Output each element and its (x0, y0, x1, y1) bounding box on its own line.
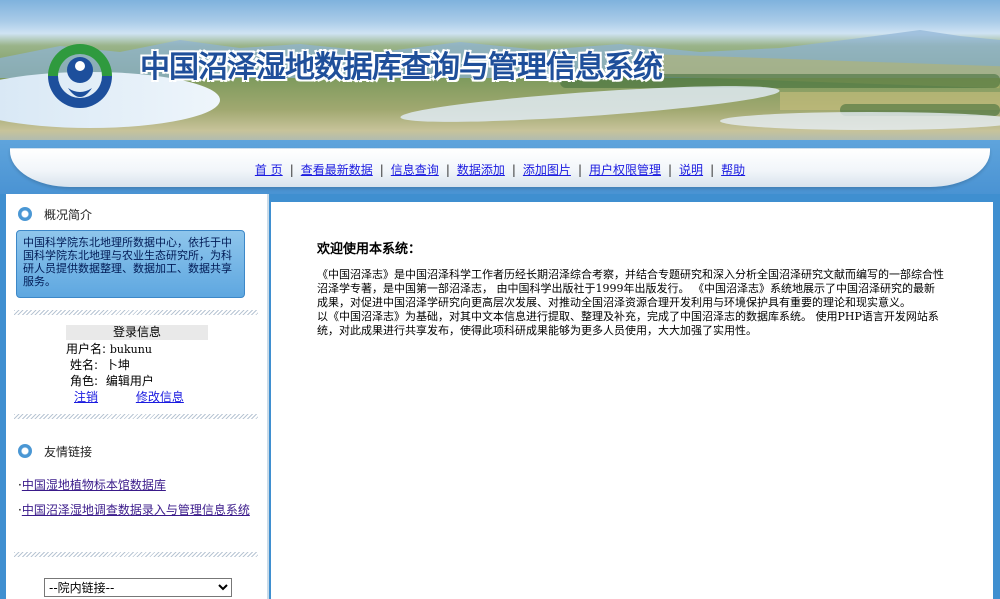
login-info-title: 登录信息 (66, 325, 208, 340)
friend-link-item: ·中国沼泽湿地调查数据录入与管理信息系统 (18, 499, 254, 521)
nav-description[interactable]: 说明 (679, 163, 703, 177)
main-nav: 首 页 | 查看最新数据 | 信息查询 | 数据添加 | 添加图片 | 用户权限管理 | 说明 | 帮助 (10, 161, 990, 178)
nav-help[interactable]: 帮助 (721, 163, 745, 177)
friend-link-item: ·中国湿地植物标本馆数据库 (18, 474, 254, 496)
nav-bar: 首 页 | 查看最新数据 | 信息查询 | 数据添加 | 添加图片 | 用户权限管理 | 说明 | 帮助 (10, 148, 990, 187)
inner-links-select[interactable]: --院内链接-- (44, 578, 232, 597)
login-username-row: 用户名: bukunu (66, 341, 152, 358)
nav-separator: | (289, 163, 294, 177)
username-label: 用户名: (66, 342, 107, 356)
nav-separator: | (445, 163, 450, 177)
intro-text: 《中国沼泽志》是中国沼泽科学工作者历经长期沼泽综合考察，并结合专题研究和深入分析… (317, 268, 945, 338)
intro-paragraph: 《中国沼泽志》是中国沼泽科学工作者历经长期沼泽综合考察，并结合专题研究和深入分析… (317, 268, 944, 309)
nav-separator: | (710, 163, 715, 177)
nav-separator: | (379, 163, 384, 177)
nav-add-data[interactable]: 数据添加 (457, 163, 505, 177)
section-divider (14, 552, 258, 557)
main-content: 欢迎使用本系统： 《中国沼泽志》是中国沼泽科学工作者历经长期沼泽综合考察，并结合… (271, 202, 993, 599)
nav-home[interactable]: 首 页 (255, 163, 283, 177)
role-label: 角色: (70, 374, 99, 388)
overview-text: 中国科学院东北地理所数据中心，依托于中国科学院东北地理与农业生态研究所，为科研人… (23, 236, 232, 288)
section-divider (14, 414, 258, 419)
header-banner: 中国沼泽湿地数据库查询与管理信息系统 (0, 0, 1000, 152)
nav-band: 首 页 | 查看最新数据 | 信息查询 | 数据添加 | 添加图片 | 用户权限管理 | 说明 | 帮助 (0, 140, 1000, 194)
site-title: 中国沼泽湿地数据库查询与管理信息系统 (140, 50, 663, 85)
nav-user-permissions[interactable]: 用户权限管理 (589, 163, 661, 177)
friend-link-wetland-survey[interactable]: 中国沼泽湿地调查数据录入与管理信息系统 (22, 503, 250, 517)
welcome-heading: 欢迎使用本系统： (317, 242, 422, 257)
nav-add-image[interactable]: 添加图片 (523, 163, 571, 177)
nav-separator: | (577, 163, 582, 177)
friend-links-title: 友情链接 (44, 444, 93, 459)
intro-paragraph: 以《中国沼泽志》为基础，对其中文本信息进行提取、整理及补充，完成了中国沼泽志的数… (317, 310, 939, 337)
overview-box: 中国科学院东北地理所数据中心，依托于中国科学院东北地理与农业生态研究所，为科研人… (16, 230, 245, 298)
login-role-row: 角色: 编辑用户 (70, 373, 154, 389)
overview-title: 概况简介 (44, 207, 93, 222)
overview-header: 概况简介 (18, 204, 92, 224)
logout-link[interactable]: 注销 (74, 390, 98, 404)
username-value: bukunu (109, 343, 152, 356)
nav-latest-data[interactable]: 查看最新数据 (301, 163, 373, 177)
banner-river (720, 112, 1000, 130)
friend-link-plant-herbarium[interactable]: 中国湿地植物标本馆数据库 (22, 478, 166, 492)
circle-bullet-icon (18, 444, 32, 458)
nav-info-query[interactable]: 信息查询 (391, 163, 439, 177)
nav-separator: | (668, 163, 673, 177)
edit-info-link[interactable]: 修改信息 (136, 390, 184, 404)
role-value: 编辑用户 (105, 374, 154, 388)
circle-bullet-icon (18, 207, 32, 221)
section-divider (14, 310, 258, 315)
nav-separator: | (511, 163, 516, 177)
friend-links-header: 友情链接 (18, 441, 92, 461)
sidebar: 概况简介 中国科学院东北地理所数据中心，依托于中国科学院东北地理与农业生态研究所… (6, 194, 269, 599)
name-label: 姓名: (70, 358, 99, 372)
login-actions: 注销 修改信息 (74, 389, 184, 405)
wetland-logo-icon (48, 44, 112, 108)
name-value: 卜坤 (105, 358, 130, 372)
login-name-row: 姓名: 卜坤 (70, 357, 130, 373)
